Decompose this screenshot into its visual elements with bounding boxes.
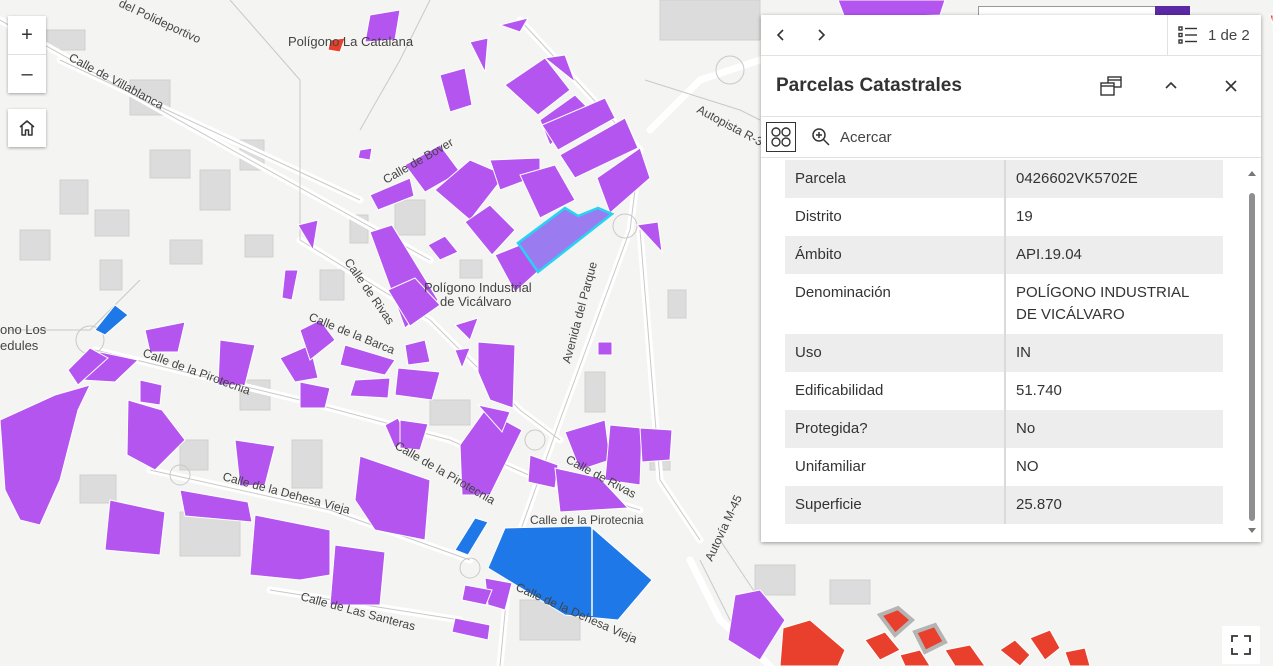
dock-button[interactable] <box>1091 66 1131 106</box>
feature-popup: 1 de 2 Parcelas Catastrales Acercar Parc… <box>761 15 1261 542</box>
feature-list-button[interactable]: 1 de 2 <box>1167 15 1261 55</box>
table-row: Distrito 19 <box>785 198 1223 236</box>
scroll-up-icon <box>1248 171 1256 176</box>
attribute-value: NO <box>1016 458 1039 475</box>
fullscreen-button[interactable] <box>1222 626 1260 664</box>
select-features-button[interactable] <box>766 122 796 152</box>
attribute-name: Ámbito <box>785 236 1006 274</box>
attribute-name: Parcela <box>785 160 1006 198</box>
feature-group-icon <box>771 127 791 147</box>
map-label-catalana: Polígono La Catalana <box>288 34 414 49</box>
attribute-value: No <box>1005 410 1223 448</box>
table-row: Unifamiliar NO <box>785 448 1223 486</box>
popup-actions: Acercar <box>761 116 1261 158</box>
attribute-name: Edificabilidad <box>785 372 1006 410</box>
table-row: Parcela 0426602VK5702E <box>785 160 1223 198</box>
attribute-value: POLÍGONO INDUSTRIAL DE VICÁLVARO <box>1016 284 1189 323</box>
popup-navigation: 1 de 2 <box>761 15 1261 56</box>
attribute-value: 19 <box>1016 208 1033 225</box>
attribute-name: Distrito <box>785 198 1006 236</box>
table-row: Superficie 25.870 <box>785 486 1223 524</box>
list-icon <box>1178 26 1197 44</box>
attribute-value: IN <box>1005 334 1223 372</box>
map-label-pirotecnia-3: Calle de la Pirotecnia <box>530 513 644 527</box>
zoom-to-label: Acercar <box>840 128 892 146</box>
table-row: Uso IN <box>785 334 1223 372</box>
feature-count: 1 de 2 <box>1208 26 1250 44</box>
table-row: Ámbito API.19.04 <box>785 236 1223 274</box>
home-icon <box>19 120 35 136</box>
scrollbar[interactable] <box>1247 165 1257 537</box>
scrollbar-thumb[interactable] <box>1249 193 1255 521</box>
attribute-name: Superficie <box>785 486 1006 524</box>
attribute-value: 0426602VK5702E <box>1005 160 1223 198</box>
fullscreen-icon <box>1231 635 1251 655</box>
attribute-name: Unifamiliar <box>785 448 1006 486</box>
zoom-in-button[interactable]: + <box>8 16 46 54</box>
table-row: Denominación POLÍGONO INDUSTRIAL DE VICÁL… <box>785 274 1223 334</box>
table-row: Edificabilidad 51.740 <box>785 372 1223 410</box>
attribute-name: Protegida? <box>785 410 1006 448</box>
chevron-left-icon <box>776 29 784 41</box>
attribute-value: API.19.04 <box>1005 236 1223 274</box>
popup-header: Parcelas Catastrales <box>761 56 1261 116</box>
popup-content[interactable]: Parcela 0426602VK5702E Distrito 19 Ámbito A… <box>761 157 1261 542</box>
scroll-down-icon <box>1248 528 1256 533</box>
popup-title: Parcelas Catastrales <box>776 75 962 96</box>
attribute-name: Uso <box>785 334 1006 372</box>
previous-feature-button[interactable] <box>761 15 801 55</box>
collapse-button[interactable] <box>1151 66 1191 106</box>
chevron-up-icon <box>1165 81 1177 89</box>
magnifier-plus-icon <box>812 128 830 146</box>
dock-icon <box>1100 76 1122 96</box>
map-label-los-2: edules <box>0 338 39 353</box>
zoom-out-button[interactable]: – <box>8 54 46 93</box>
attribute-table: Parcela 0426602VK5702E Distrito 19 Ámbito A… <box>785 160 1223 524</box>
attribute-value: 51.740 <box>1016 382 1062 399</box>
map-label-los-1: ono Los <box>0 322 47 337</box>
home-button[interactable] <box>8 109 46 147</box>
attribute-value: 25.870 <box>1005 486 1223 524</box>
zoom-control: + – <box>8 16 46 93</box>
next-feature-button[interactable] <box>801 15 841 55</box>
table-row: Protegida? No <box>785 410 1223 448</box>
map-label-industrial-2: de Vicálvaro <box>440 294 511 309</box>
close-icon <box>1225 80 1237 92</box>
close-button[interactable] <box>1211 66 1251 106</box>
zoom-to-button[interactable]: Acercar <box>811 117 892 157</box>
map-label-industrial-1: Polígono Industrial <box>424 280 532 295</box>
chevron-right-icon <box>818 29 826 41</box>
attribute-name: Denominación <box>785 274 1006 334</box>
